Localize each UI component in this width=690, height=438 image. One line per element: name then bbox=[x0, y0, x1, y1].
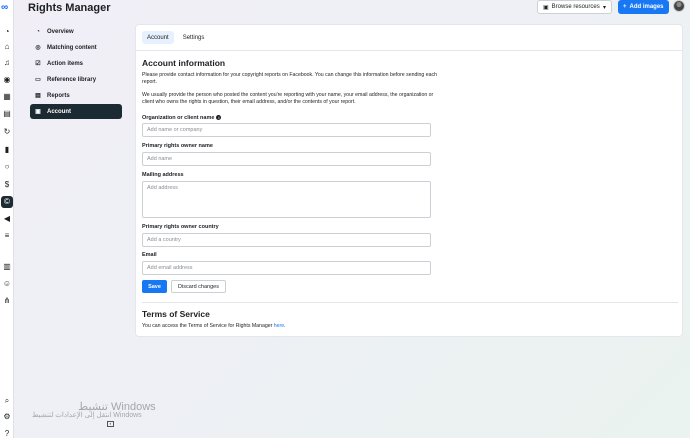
sidebar-item-reports[interactable]: ▤ Reports bbox=[30, 88, 122, 103]
app-title: Rights Manager bbox=[28, 2, 111, 14]
browse-resources-button[interactable]: ▣ Browse resources ▾ bbox=[537, 0, 612, 14]
chat-icon[interactable]: ○ bbox=[1, 161, 13, 173]
email-label: Email bbox=[142, 252, 157, 258]
caret-down-icon: ▾ bbox=[602, 4, 606, 11]
building-icon[interactable]: ▥ bbox=[1, 261, 13, 273]
people-icon[interactable]: ☺ bbox=[1, 278, 13, 290]
terms-text: You can access the Terms of Service for … bbox=[142, 323, 542, 330]
folder-icon: ▭ bbox=[35, 77, 41, 83]
org-label: Organization or client name i bbox=[142, 115, 222, 121]
copyright-icon[interactable]: © bbox=[1, 196, 13, 208]
search-icon[interactable]: ⌕ bbox=[1, 395, 13, 407]
sidebar-item-action-items[interactable]: ☑ Action items bbox=[30, 56, 122, 71]
sidebar-item-overview[interactable]: ◔ Overview bbox=[30, 24, 122, 39]
account-info-intro: Please provide contact information for y… bbox=[142, 72, 437, 85]
sidebar-item-label: Reference library bbox=[47, 76, 97, 83]
address-label: Mailing address bbox=[142, 172, 184, 178]
owner-name-input[interactable] bbox=[142, 152, 431, 166]
keyboard-icon: ▪ bbox=[107, 421, 114, 427]
eye-icon: ◎ bbox=[35, 45, 41, 51]
terms-text-body: You can access the Terms of Service for … bbox=[142, 323, 274, 329]
terms-heading: Terms of Service bbox=[142, 309, 210, 319]
tree-icon[interactable]: ⋔ bbox=[1, 295, 13, 307]
country-label: Primary rights owner country bbox=[142, 224, 219, 230]
discard-changes-button[interactable]: Discard changes bbox=[171, 280, 226, 293]
org-name-input[interactable] bbox=[142, 123, 431, 137]
mailing-address-input[interactable] bbox=[142, 181, 431, 218]
browse-resources-label: Browse resources bbox=[551, 4, 600, 10]
account-info-intro-2: We usually provide the person who posted… bbox=[142, 92, 434, 105]
left-rail: ∞ ◔ ⌂ ♫ ◉ ▦ ▤ ↻ ▮ ○ $ © ◀ ≡ ▥ ☺ ⋔ ⌕ ⚙ ? bbox=[0, 0, 14, 438]
add-images-button[interactable]: + Add images bbox=[618, 0, 669, 14]
plus-icon: + bbox=[623, 4, 627, 10]
org-label-text: Organization or client name bbox=[142, 115, 215, 121]
sync-icon[interactable]: ↻ bbox=[1, 126, 13, 138]
sidebar-item-account[interactable]: ▣ Account bbox=[30, 104, 122, 119]
gear-icon[interactable]: ⚙ bbox=[1, 411, 13, 423]
country-input[interactable] bbox=[142, 233, 431, 247]
help-icon[interactable]: ? bbox=[1, 428, 13, 438]
account-card: Account Settings Account information Ple… bbox=[135, 24, 683, 337]
tab-bar: Account Settings bbox=[142, 31, 209, 44]
tabs-divider bbox=[136, 50, 682, 51]
info-icon[interactable]: i bbox=[216, 115, 222, 121]
layers-icon[interactable]: ▤ bbox=[1, 108, 13, 120]
tab-account[interactable]: Account bbox=[142, 31, 174, 44]
compass-icon[interactable]: ◉ bbox=[1, 74, 13, 86]
sidebar-item-label: Action items bbox=[47, 60, 84, 67]
terms-text-end: . bbox=[284, 323, 286, 329]
save-button[interactable]: Save bbox=[142, 280, 167, 293]
bell-icon[interactable]: ♫ bbox=[1, 57, 13, 69]
sidebar-nav: ◔ Overview ◎ Matching content ☑ Action i… bbox=[30, 24, 122, 120]
grid-icon[interactable]: ▦ bbox=[1, 91, 13, 103]
account-info-heading: Account information bbox=[142, 58, 226, 68]
add-images-label: Add images bbox=[629, 4, 664, 10]
bar-chart-icon[interactable]: ▮ bbox=[1, 144, 13, 156]
sidebar-item-matching-content[interactable]: ◎ Matching content bbox=[30, 40, 122, 55]
sidebar-item-label: Overview bbox=[47, 28, 74, 35]
sidebar-item-reference-library[interactable]: ▭ Reference library bbox=[30, 72, 122, 87]
watermark-subtitle: انتقل إلى الإعدادات لتنشيط Windows bbox=[32, 412, 142, 419]
report-icon: ▤ bbox=[35, 93, 41, 99]
gauge-icon: ◔ bbox=[36, 28, 40, 35]
meta-logo-icon[interactable]: ∞ bbox=[1, 2, 13, 13]
sidebar-item-label: Reports bbox=[47, 92, 70, 99]
email-input[interactable] bbox=[142, 261, 431, 275]
owner-label: Primary rights owner name bbox=[142, 143, 213, 149]
dollar-icon[interactable]: $ bbox=[1, 179, 13, 191]
menu-icon[interactable]: ≡ bbox=[1, 230, 13, 242]
section-divider bbox=[142, 302, 678, 303]
home-icon[interactable]: ⌂ bbox=[1, 41, 13, 53]
tab-settings[interactable]: Settings bbox=[178, 31, 210, 44]
sidebar-item-label: Matching content bbox=[47, 44, 97, 51]
checklist-icon: ☑ bbox=[35, 61, 41, 67]
megaphone-icon[interactable]: ◀ bbox=[1, 213, 13, 225]
briefcase-icon: ▣ bbox=[543, 4, 549, 11]
terms-link[interactable]: here bbox=[274, 323, 284, 329]
sidebar-item-label: Account bbox=[47, 108, 71, 115]
gauge-rail-icon[interactable]: ◔ bbox=[1, 26, 13, 38]
avatar[interactable] bbox=[673, 0, 685, 12]
account-icon: ▣ bbox=[35, 109, 41, 115]
